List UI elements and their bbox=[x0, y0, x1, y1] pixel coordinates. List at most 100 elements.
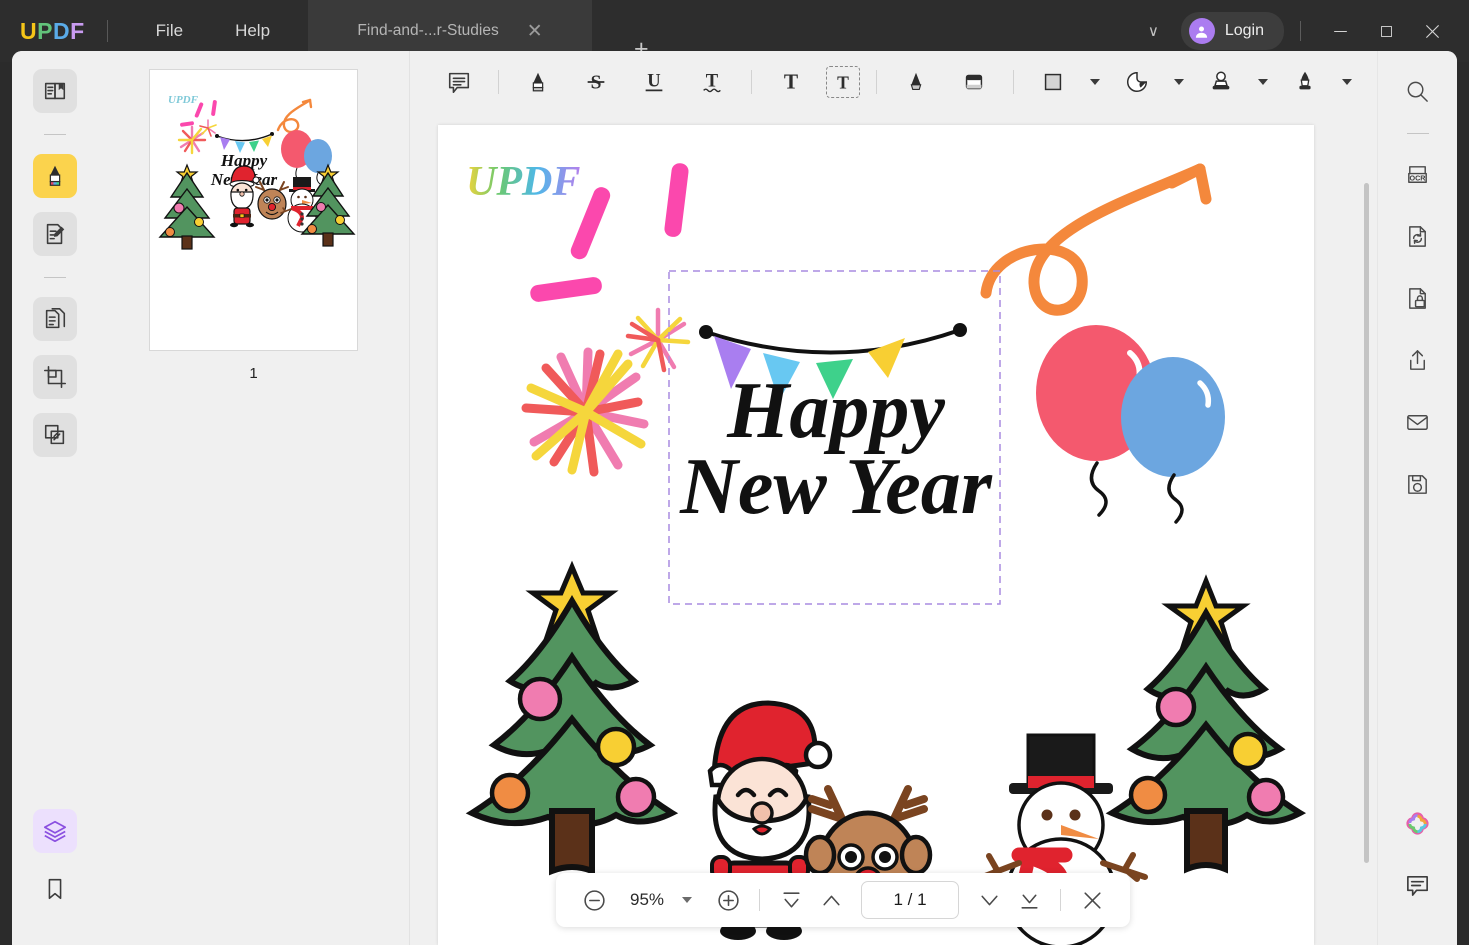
comment-panel-icon bbox=[1407, 875, 1428, 896]
sticky-note-icon bbox=[448, 72, 470, 94]
zoombar-divider-1 bbox=[759, 889, 760, 911]
tool-sticker-group[interactable] bbox=[1114, 61, 1198, 103]
toolbar-divider-4 bbox=[1013, 70, 1014, 94]
sidebar-item-layers[interactable] bbox=[33, 809, 77, 853]
maximize-button[interactable] bbox=[1363, 8, 1409, 54]
tab-close-icon[interactable]: ✕ bbox=[527, 22, 543, 41]
tool-pencil[interactable] bbox=[893, 61, 939, 103]
tool-signature[interactable] bbox=[1282, 61, 1328, 103]
window-controls-divider bbox=[1300, 21, 1301, 41]
zoom-in-icon bbox=[717, 889, 739, 911]
right-item-ocr[interactable]: OCR bbox=[1396, 152, 1440, 196]
zoom-in-button[interactable] bbox=[708, 880, 748, 920]
chevron-down-icon[interactable]: ∨ bbox=[1126, 22, 1181, 40]
right-item-email[interactable] bbox=[1396, 400, 1440, 444]
right-item-protect[interactable] bbox=[1396, 276, 1440, 320]
sidebar-item-edit-pdf[interactable] bbox=[33, 212, 77, 256]
tool-text-callout[interactable]: T bbox=[826, 66, 860, 98]
headline-line-1: Happy bbox=[726, 367, 945, 455]
right-item-ai-assistant[interactable] bbox=[1396, 801, 1440, 845]
pdf-page[interactable]: UPDF UPDF Happy New Year bbox=[438, 125, 1314, 945]
shapes-icon bbox=[1044, 73, 1062, 91]
tool-sticky-note[interactable] bbox=[436, 61, 482, 103]
tool-shapes-group[interactable] bbox=[1030, 61, 1114, 103]
titlebar-right-controls: ∨ Login bbox=[1126, 8, 1469, 54]
previous-page-icon bbox=[822, 895, 840, 905]
logo-letter-u: U bbox=[20, 17, 38, 44]
toolbar-divider-3 bbox=[876, 70, 877, 94]
sidebar-item-compare[interactable] bbox=[33, 413, 77, 457]
vertical-scrollbar[interactable] bbox=[1364, 183, 1369, 863]
pdf-page-content: UPDF UPDF Happy New Year bbox=[438, 125, 1314, 945]
tool-text[interactable]: T bbox=[768, 61, 814, 103]
first-page-button[interactable] bbox=[771, 880, 811, 920]
squiggly-underline-icon: T bbox=[703, 71, 721, 93]
right-item-convert[interactable] bbox=[1396, 214, 1440, 258]
tool-shapes[interactable] bbox=[1030, 61, 1076, 103]
main-panel: S U T T T UPDF UPDF Happy New Year 95% 1… bbox=[410, 51, 1377, 945]
logo-divider bbox=[106, 20, 108, 42]
crop-page-icon bbox=[43, 365, 67, 389]
page-thumbnail-1[interactable]: UPDF Happy New Year bbox=[149, 69, 358, 351]
ai-assistant-icon bbox=[1406, 811, 1429, 835]
login-button[interactable]: Login bbox=[1180, 12, 1284, 50]
sidebar-item-bookmark[interactable] bbox=[33, 867, 77, 911]
tool-highlight[interactable] bbox=[515, 61, 561, 103]
right-item-share[interactable] bbox=[1396, 338, 1440, 382]
sidebar-divider-1 bbox=[44, 134, 66, 135]
stamp-caret-icon[interactable] bbox=[1258, 79, 1268, 85]
search-icon bbox=[1407, 81, 1428, 102]
page-indicator[interactable]: 1 / 1 bbox=[861, 881, 959, 919]
text-callout-icon: T bbox=[837, 73, 849, 93]
close-zoombar-button[interactable] bbox=[1072, 880, 1112, 920]
sidebar-item-crop[interactable] bbox=[33, 355, 77, 399]
last-page-button[interactable] bbox=[1009, 880, 1049, 920]
right-divider-1 bbox=[1406, 133, 1429, 134]
right-item-save[interactable] bbox=[1396, 462, 1440, 506]
next-page-button[interactable] bbox=[969, 880, 1009, 920]
tool-squiggly-underline[interactable]: T bbox=[689, 61, 735, 103]
tool-underline[interactable]: U bbox=[631, 61, 677, 103]
right-sidebar: OCR bbox=[1377, 51, 1457, 945]
reader-mode-icon bbox=[44, 82, 66, 100]
annotation-toolbar: S U T T T bbox=[410, 51, 1377, 113]
close-button[interactable] bbox=[1409, 8, 1455, 54]
protect-pdf-icon bbox=[1409, 287, 1426, 309]
sidebar-item-annotate[interactable] bbox=[33, 154, 77, 198]
minimize-button[interactable] bbox=[1317, 8, 1363, 54]
logo-letter-f: F bbox=[70, 17, 85, 44]
sidebar-item-organize-pages[interactable] bbox=[33, 297, 77, 341]
signature-caret-icon[interactable] bbox=[1342, 79, 1352, 85]
svg-text:T: T bbox=[784, 70, 798, 94]
svg-text:T: T bbox=[706, 71, 719, 92]
previous-page-button[interactable] bbox=[811, 880, 851, 920]
sidebar-item-reader[interactable] bbox=[33, 69, 77, 113]
save-icon bbox=[1408, 474, 1427, 494]
zoom-out-button[interactable] bbox=[574, 880, 614, 920]
sticker-caret-icon[interactable] bbox=[1174, 79, 1184, 85]
right-item-search[interactable] bbox=[1396, 69, 1440, 113]
svg-text:S: S bbox=[591, 73, 602, 94]
document-viewport[interactable]: UPDF UPDF Happy New Year 95% 1 / 1 bbox=[410, 113, 1377, 945]
tool-signature-group[interactable] bbox=[1282, 61, 1366, 103]
right-item-comments[interactable] bbox=[1396, 863, 1440, 907]
zoom-level-value[interactable]: 95% bbox=[614, 890, 680, 910]
tool-eraser[interactable] bbox=[951, 61, 997, 103]
tool-stamp[interactable] bbox=[1198, 61, 1244, 103]
tool-stamp-group[interactable] bbox=[1198, 61, 1282, 103]
svg-text:UPDF: UPDF bbox=[168, 94, 199, 106]
email-icon bbox=[1407, 414, 1428, 430]
tool-sticker[interactable] bbox=[1114, 61, 1160, 103]
first-page-icon bbox=[782, 891, 800, 908]
strikethrough-icon: S bbox=[587, 73, 605, 94]
tool-strikethrough[interactable]: S bbox=[573, 61, 619, 103]
tab-title: Find-and-...r-Studies bbox=[357, 22, 499, 39]
sticker-icon bbox=[1126, 71, 1148, 93]
logo-letter-d: D bbox=[52, 17, 71, 44]
svg-text:UPDF: UPDF bbox=[466, 159, 580, 205]
shapes-caret-icon[interactable] bbox=[1090, 79, 1100, 85]
organize-pages-icon bbox=[45, 307, 66, 329]
next-page-icon bbox=[980, 895, 998, 905]
zoom-dropdown-caret-icon[interactable] bbox=[682, 897, 692, 903]
headline-line-2: New Year bbox=[679, 443, 993, 531]
